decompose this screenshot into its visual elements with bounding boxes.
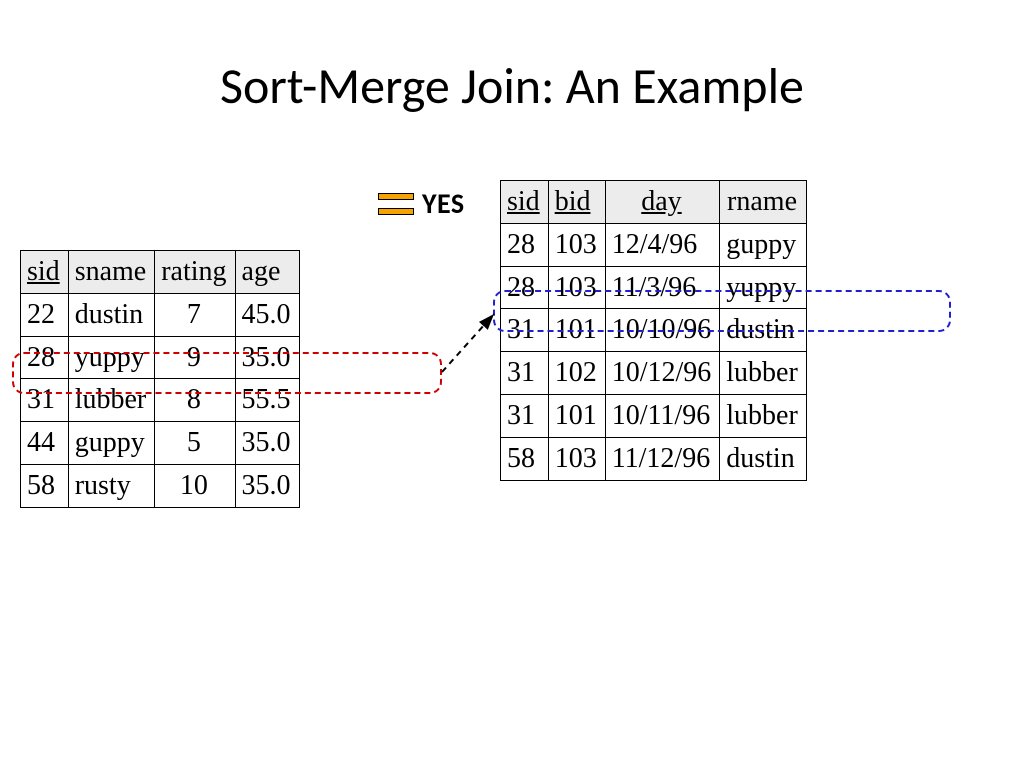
table-row: 31 101 10/10/96 dustin [501, 309, 807, 352]
table-header-row: sid bid day rname [501, 181, 807, 224]
slide-title: Sort-Merge Join: An Example [0, 56, 1024, 117]
match-label: YES [422, 186, 465, 221]
table-row: 22 dustin 7 45.0 [21, 293, 300, 336]
equals-icon [378, 193, 414, 215]
col-sname: sname [68, 251, 155, 294]
table-row: 58 rusty 10 35.0 [21, 464, 300, 507]
table-row: 28 103 12/4/96 guppy [501, 223, 807, 266]
reserves-table: sid bid day rname 28 103 12/4/96 guppy 2… [500, 180, 807, 481]
col-sid: sid [21, 251, 69, 294]
match-indicator: YES [378, 186, 465, 221]
col-bid: bid [548, 181, 605, 224]
table-row: 31 102 10/12/96 lubber [501, 352, 807, 395]
table-row: 28 yuppy 9 35.0 [21, 336, 300, 379]
col-sid: sid [501, 181, 549, 224]
col-age: age [235, 251, 299, 294]
table-header-row: sid sname rating age [21, 251, 300, 294]
col-rname: rname [720, 181, 807, 224]
table-row: 28 103 11/3/96 yuppy [501, 266, 807, 309]
table-row: 31 lubber 8 55.5 [21, 379, 300, 422]
table-row: 31 101 10/11/96 lubber [501, 394, 807, 437]
join-arrow-icon [430, 300, 510, 380]
sailors-table: sid sname rating age 22 dustin 7 45.0 28… [20, 250, 300, 508]
col-rating: rating [155, 251, 235, 294]
col-day: day [605, 181, 720, 224]
table-row: 44 guppy 5 35.0 [21, 422, 300, 465]
table-row: 58 103 11/12/96 dustin [501, 437, 807, 480]
